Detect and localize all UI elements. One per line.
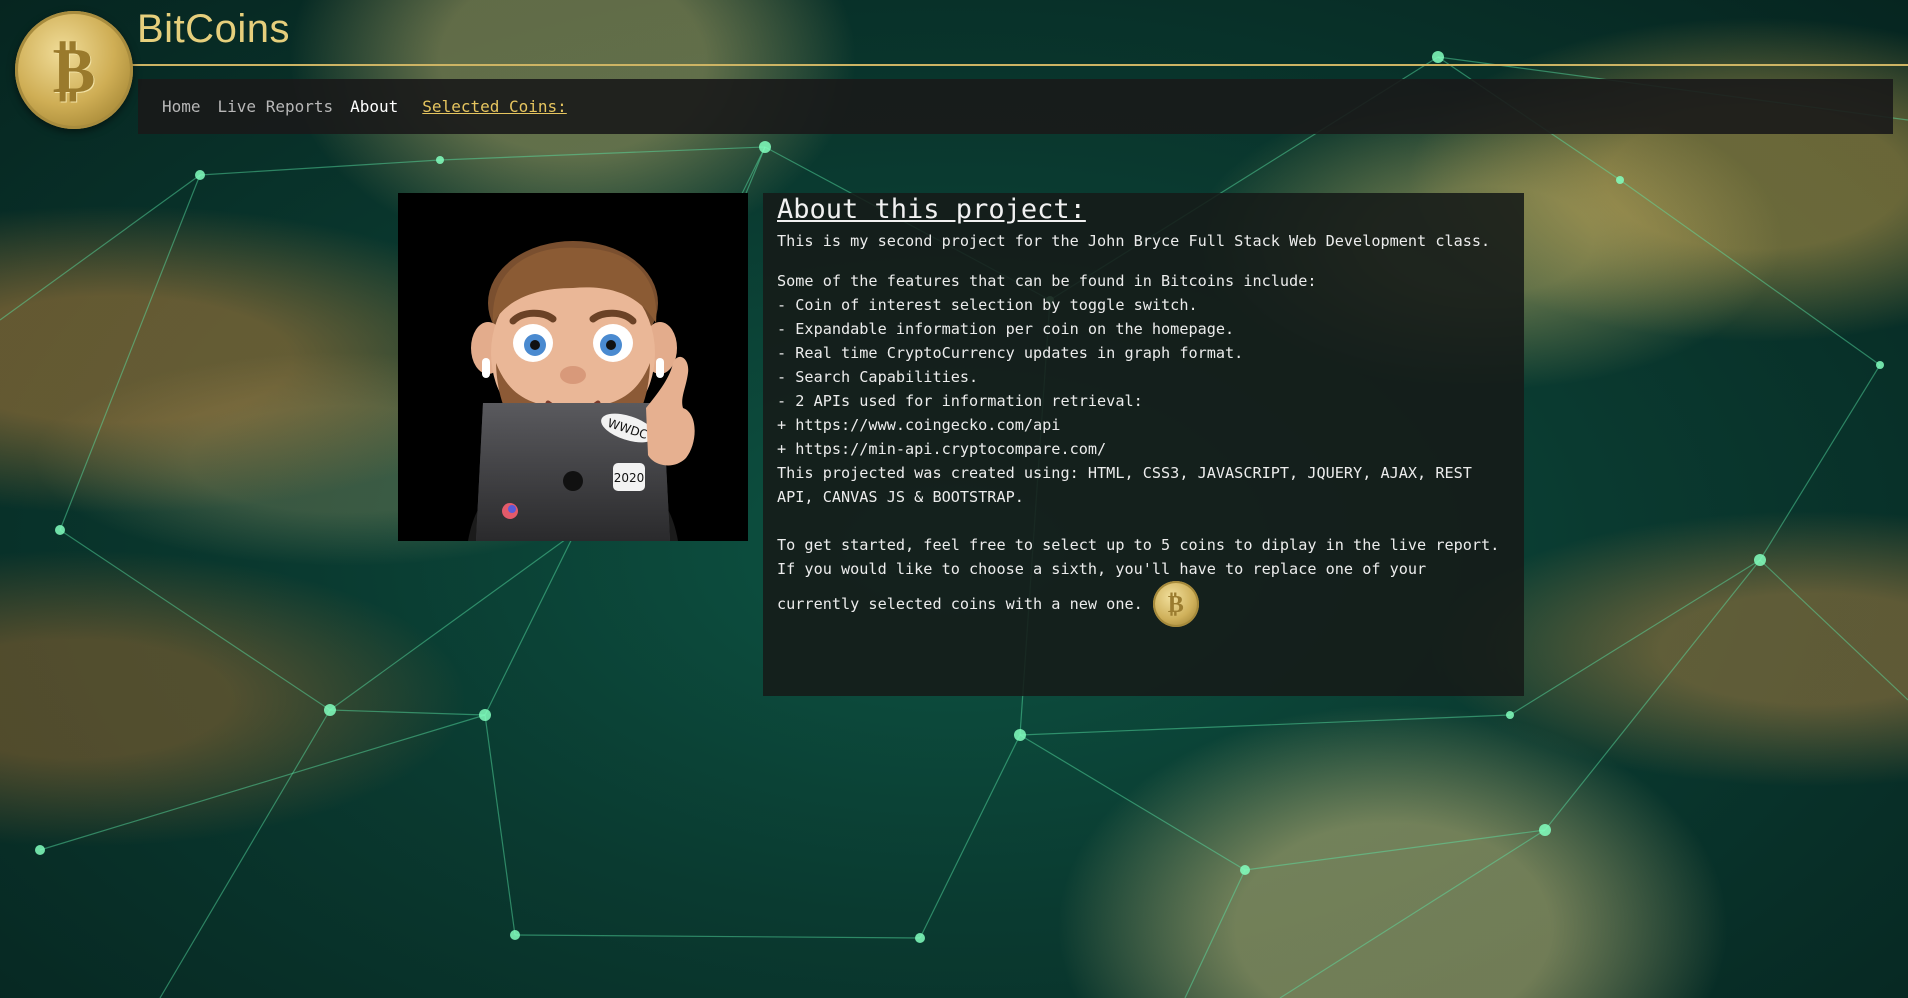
about-panel: About this project: This is my second pr… [763, 193, 1524, 696]
sixth-coin-row: currently selected coins with a new one.… [777, 581, 1510, 627]
bitcoin-symbol: ₿ [52, 32, 96, 108]
feature-item: - Coin of interest selection by toggle s… [777, 296, 1198, 314]
main-navbar: Home Live Reports About Selected Coins: [138, 79, 1893, 134]
feature-item: - Search Capabilities. [777, 368, 979, 386]
header-divider [120, 64, 1908, 66]
memoji-avatar-icon: WWDC 2020 [398, 193, 748, 541]
about-intro: This is my second project for the John B… [777, 232, 1491, 250]
feature-item: - Real time CryptoCurrency updates in gr… [777, 344, 1244, 362]
sixth-coin-text-end: currently selected coins with a new one. [777, 595, 1143, 613]
svg-text:2020: 2020 [614, 471, 645, 485]
nav-live-reports-link[interactable]: Live Reports [218, 97, 334, 116]
feature-item: - 2 APIs used for information retrieval: [777, 392, 1143, 410]
bitcoin-logo-icon[interactable]: ₿ [15, 11, 133, 129]
getting-started-text: To get started, feel free to select up t… [777, 536, 1500, 554]
selected-coins-link[interactable]: Selected Coins: [422, 97, 567, 116]
bitcoin-coin-icon: ₿ [1152, 581, 1199, 627]
api-item: + https://www.coingecko.com/api [777, 416, 1061, 434]
nav-home-link[interactable]: Home [162, 97, 201, 116]
tech-stack-text: This projected was created using: HTML, … [777, 464, 1482, 506]
feature-item: - Expandable information per coin on the… [777, 320, 1235, 338]
api-item: + https://min-api.cryptocompare.com/ [777, 440, 1107, 458]
nav-about-link[interactable]: About [350, 97, 398, 116]
brand-title: BitCoins [137, 7, 290, 51]
features-heading: Some of the features that can be found i… [777, 272, 1317, 290]
sixth-coin-text: If you would like to choose a sixth, you… [777, 560, 1427, 578]
about-title: About this project: [777, 194, 1086, 225]
